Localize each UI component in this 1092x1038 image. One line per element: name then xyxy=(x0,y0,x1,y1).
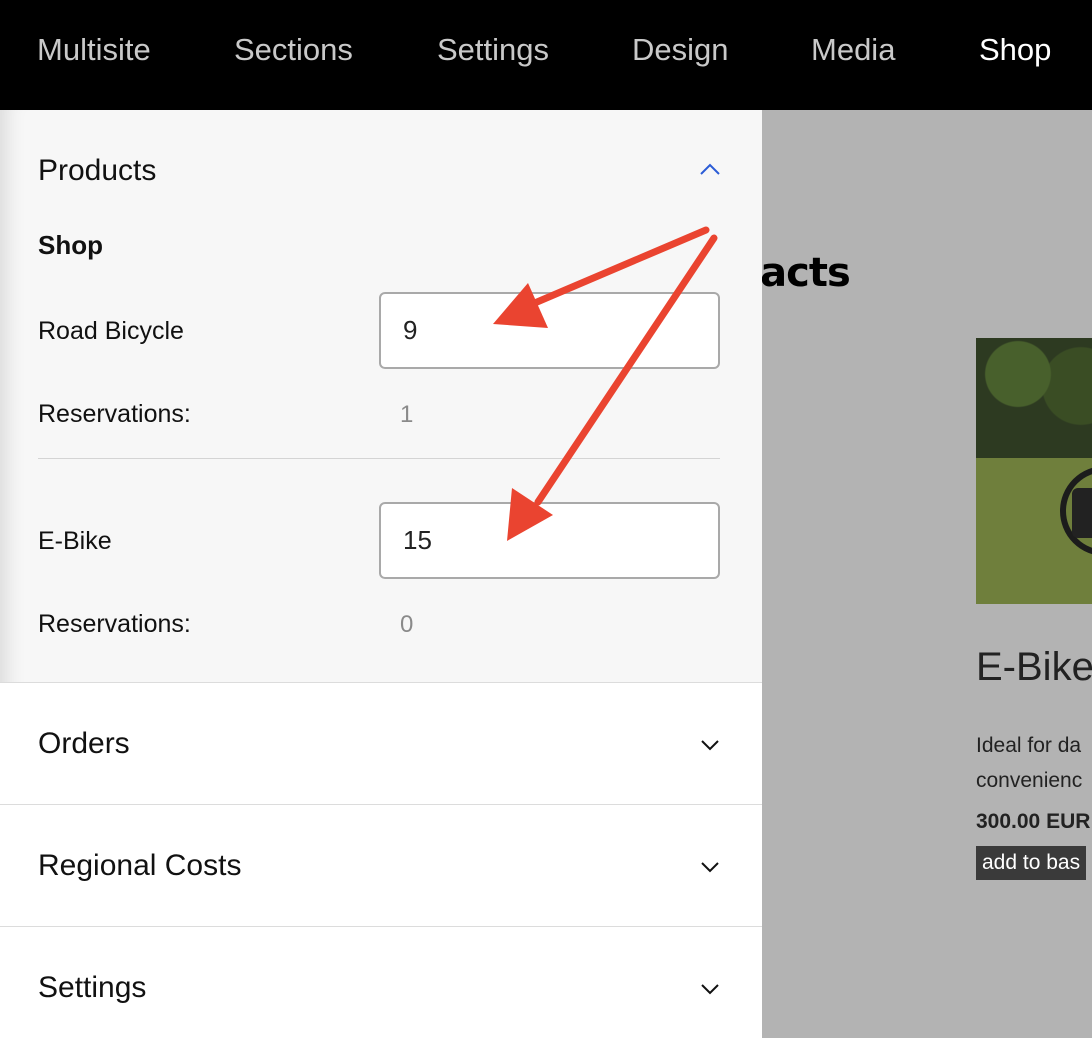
regional-costs-section-title: Regional Costs xyxy=(38,849,242,882)
e-bike-reservations-value: 0 xyxy=(400,611,414,638)
shop-subheading: Shop xyxy=(38,230,103,260)
nav-item-multisite[interactable]: Multisite xyxy=(37,32,151,68)
page-heading-fragment: tacts xyxy=(762,250,851,296)
road-bicycle-reservations-value: 1 xyxy=(400,401,414,428)
image-bike-frame xyxy=(1072,488,1092,538)
nav-item-sections[interactable]: Sections xyxy=(234,32,353,68)
products-section-header[interactable]: Products xyxy=(0,110,762,220)
orders-section-title: Orders xyxy=(38,727,130,760)
product-description-line: Ideal for da xyxy=(976,734,1082,757)
regional-costs-section-header[interactable]: Regional Costs xyxy=(0,804,762,926)
chevron-up-icon[interactable] xyxy=(698,158,722,182)
top-navigation: Multisite Sections Settings Design Media… xyxy=(0,0,1092,110)
product-image xyxy=(976,338,1092,604)
shop-panel: Products Shop Road Bicycle Reservations:… xyxy=(0,110,762,1038)
road-bicycle-quantity-input[interactable] xyxy=(379,292,720,369)
product-name-e-bike: E-Bike xyxy=(38,527,112,555)
road-bicycle-reservations-label: Reservations: xyxy=(38,400,191,428)
nav-item-media[interactable]: Media xyxy=(811,32,895,68)
chevron-down-icon[interactable] xyxy=(698,977,722,1001)
nav-item-design[interactable]: Design xyxy=(632,32,729,68)
product-description: Ideal for da convenienc xyxy=(976,728,1082,798)
product-description-line: convenienc xyxy=(976,769,1083,792)
product-divider xyxy=(38,458,720,459)
products-section-title: Products xyxy=(38,154,157,187)
chevron-down-icon[interactable] xyxy=(698,855,722,879)
product-price: 300.00 EUR xyxy=(976,810,1091,833)
background-page: tacts E-Bike Ideal for da convenienc 300… xyxy=(762,110,1092,1038)
chevron-down-icon[interactable] xyxy=(698,733,722,757)
image-trees xyxy=(976,338,1092,458)
e-bike-quantity-input[interactable] xyxy=(379,502,720,579)
add-to-basket-button[interactable]: add to bas xyxy=(976,846,1087,880)
orders-section-header[interactable]: Orders xyxy=(0,682,762,804)
e-bike-reservations-label: Reservations: xyxy=(38,610,191,638)
product-title: E-Bike xyxy=(976,645,1092,689)
product-name-road-bicycle: Road Bicycle xyxy=(38,317,184,345)
settings-section-title: Settings xyxy=(38,971,147,1004)
nav-item-settings[interactable]: Settings xyxy=(437,32,549,68)
nav-item-shop[interactable]: Shop xyxy=(979,32,1051,68)
settings-section-header[interactable]: Settings xyxy=(0,926,762,1038)
